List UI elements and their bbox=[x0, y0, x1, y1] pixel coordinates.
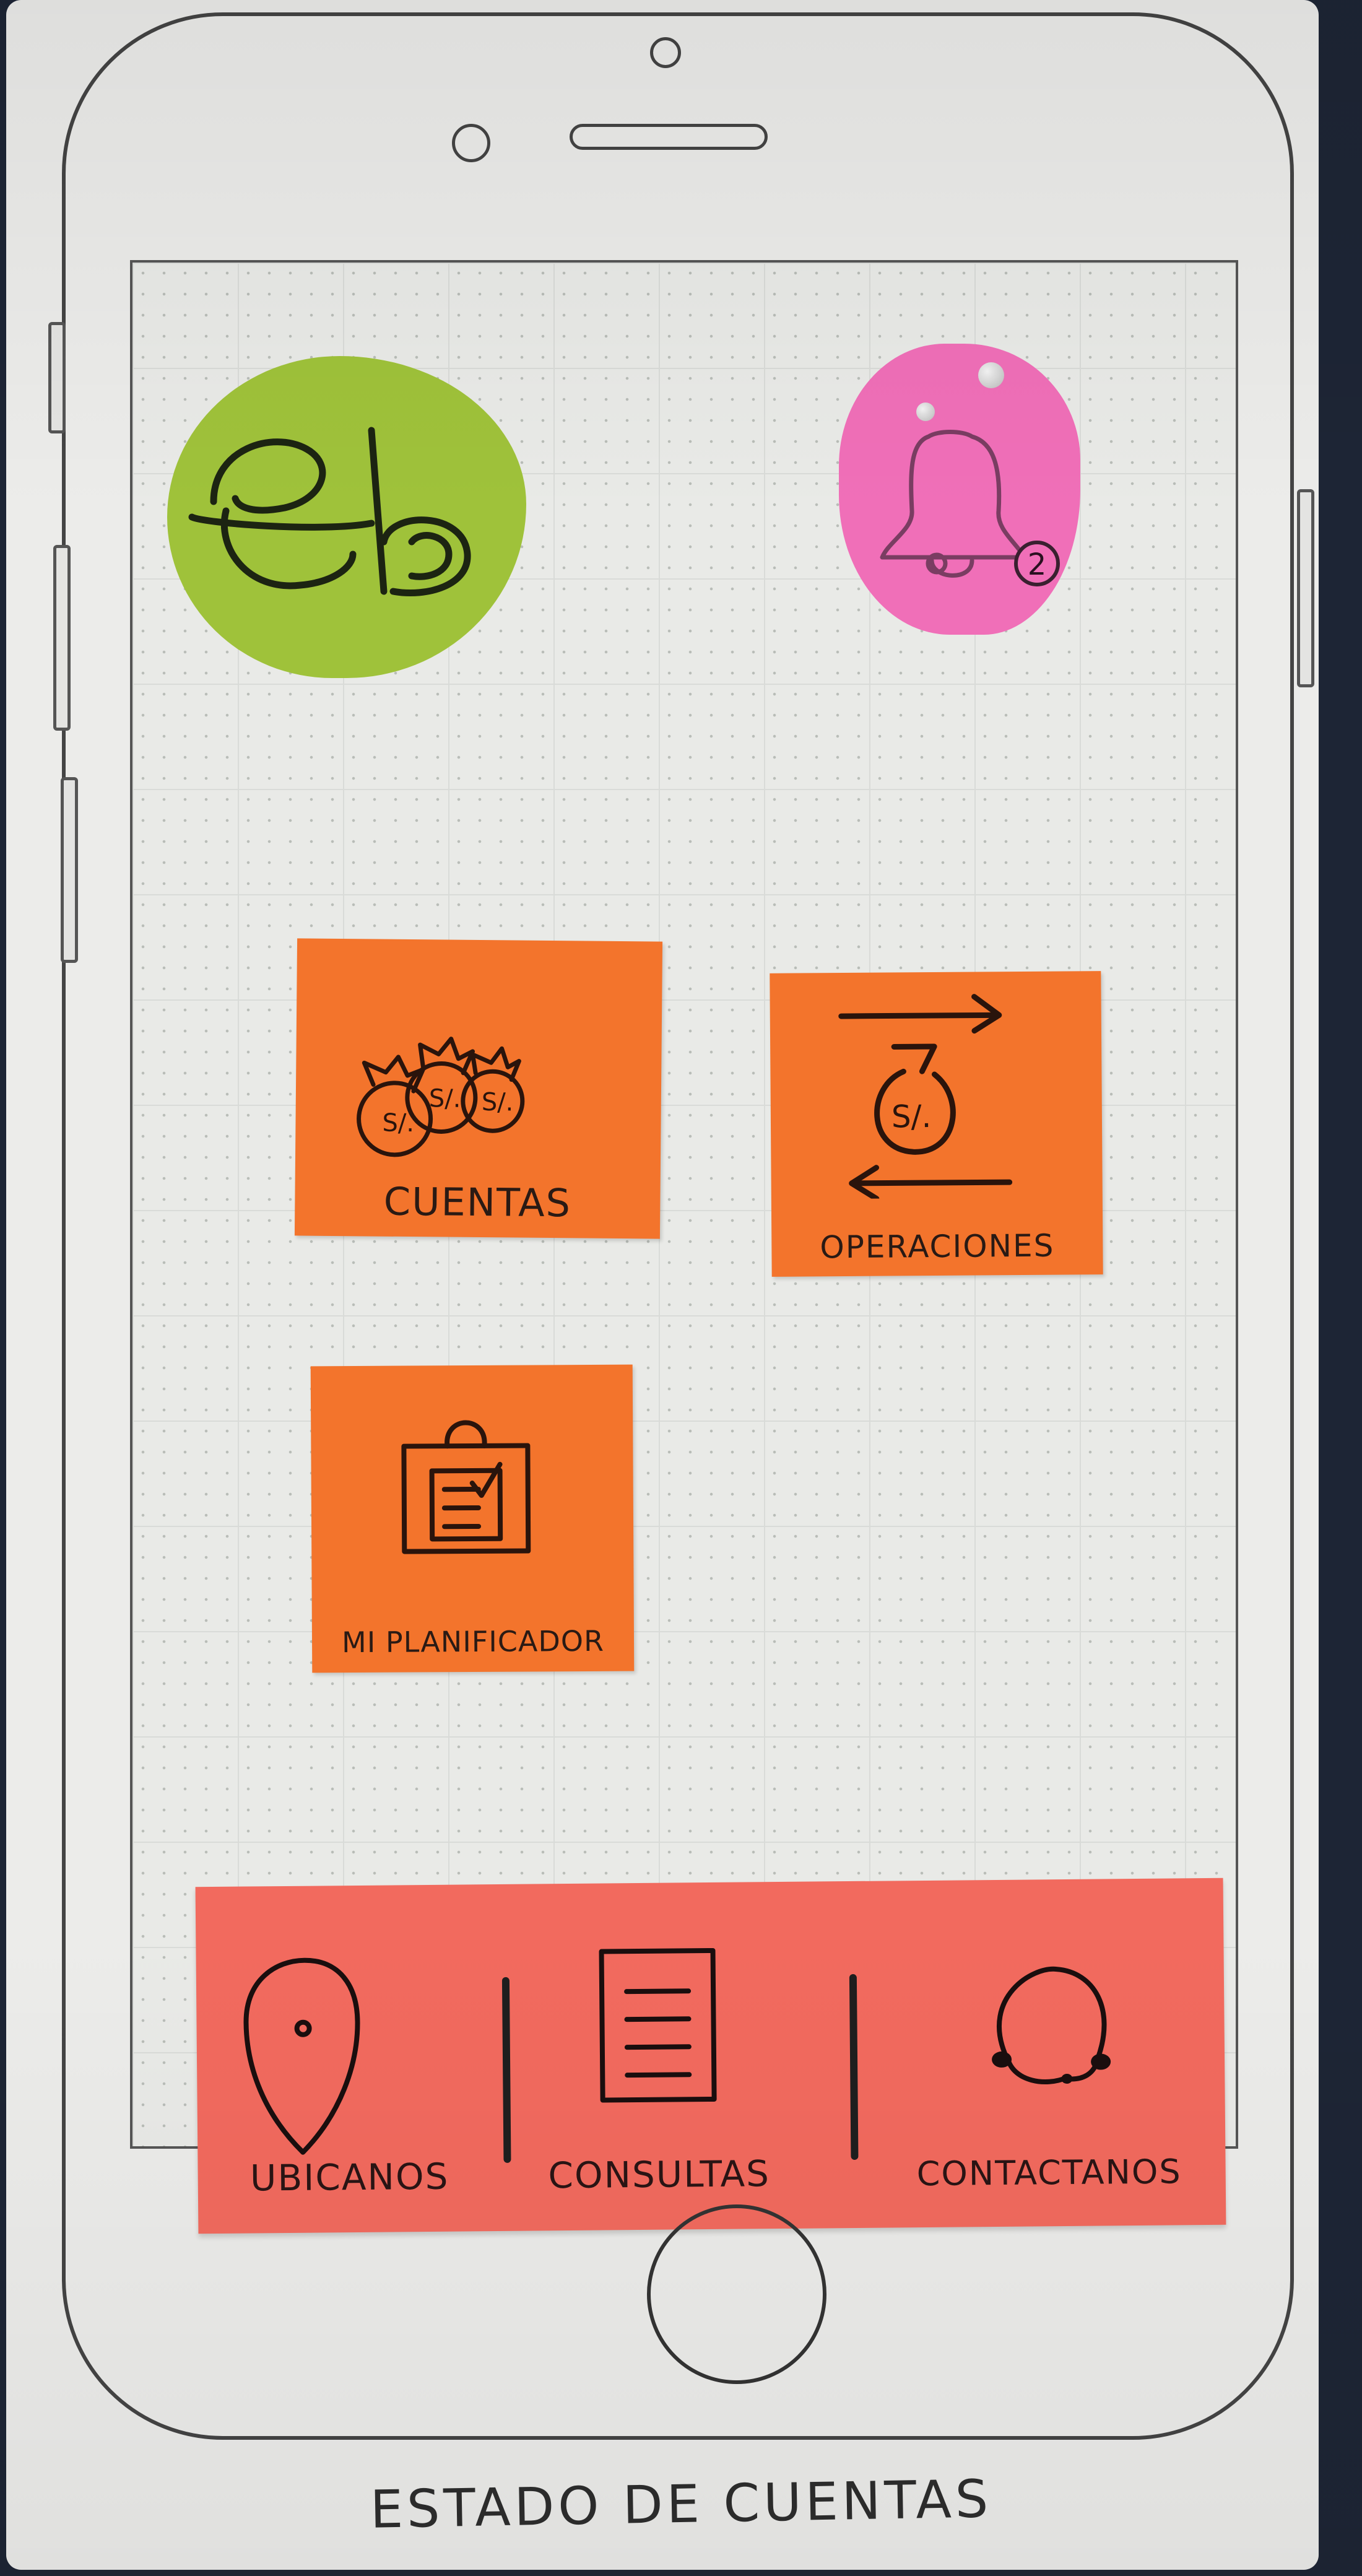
planner-bag-icon bbox=[401, 1420, 531, 1554]
location-pin-icon bbox=[243, 1957, 360, 2155]
tab-label: UBICANOS bbox=[249, 2155, 449, 2200]
svg-text:S/.: S/. bbox=[382, 1109, 414, 1138]
power-button bbox=[1297, 489, 1314, 687]
bell-icon: 2 bbox=[880, 430, 1060, 586]
svg-text:S/.: S/. bbox=[429, 1084, 461, 1113]
front-camera bbox=[650, 37, 681, 68]
volume-up-button bbox=[53, 545, 71, 731]
notifications-button[interactable]: 2 bbox=[839, 344, 1080, 635]
transfer-icon: S/. bbox=[838, 994, 1013, 1199]
tile-label: CUENTAS bbox=[383, 1178, 572, 1226]
money-bags-icon: S/. S/. S/. bbox=[357, 1037, 525, 1157]
eb-logo-icon bbox=[188, 427, 471, 596]
tab-label: CONTACTANOS bbox=[916, 2152, 1182, 2194]
volume-down-button bbox=[61, 777, 78, 963]
tile-operaciones[interactable]: S/. OPERACIONES bbox=[770, 971, 1103, 1277]
notification-count: 2 bbox=[1028, 547, 1047, 582]
tile-cuentas[interactable]: S/. S/. S/. CUENTAS bbox=[294, 938, 663, 1239]
tab-divider bbox=[849, 1973, 859, 2160]
tile-mi-planificador[interactable]: MI PLANIFICADOR bbox=[310, 1364, 635, 1673]
document-icon bbox=[599, 1947, 717, 2103]
proximity-sensor bbox=[452, 124, 490, 162]
tab-consultas[interactable]: CONSULTAS bbox=[511, 1882, 805, 2231]
tile-label: MI PLANIFICADOR bbox=[341, 1624, 605, 1660]
tab-contactanos[interactable]: CONTACTANOS bbox=[870, 1878, 1226, 2228]
tile-label: OPERACIONES bbox=[820, 1227, 1055, 1266]
mute-switch bbox=[48, 322, 66, 433]
tab-ubicanos[interactable]: UBICANOS bbox=[196, 1884, 502, 2234]
earpiece-speaker bbox=[570, 124, 768, 150]
app-logo[interactable] bbox=[167, 356, 526, 678]
headset-icon bbox=[992, 1966, 1111, 2084]
home-button[interactable] bbox=[647, 2204, 826, 2384]
tab-label: CONSULTAS bbox=[548, 2152, 771, 2197]
svg-text:S/.: S/. bbox=[482, 1088, 514, 1116]
svg-text:S/.: S/. bbox=[891, 1099, 932, 1134]
tab-divider bbox=[501, 1977, 511, 2163]
bottom-tab-bar: UBICANOS CONSULTAS CONTACTANOS bbox=[195, 1878, 1226, 2234]
